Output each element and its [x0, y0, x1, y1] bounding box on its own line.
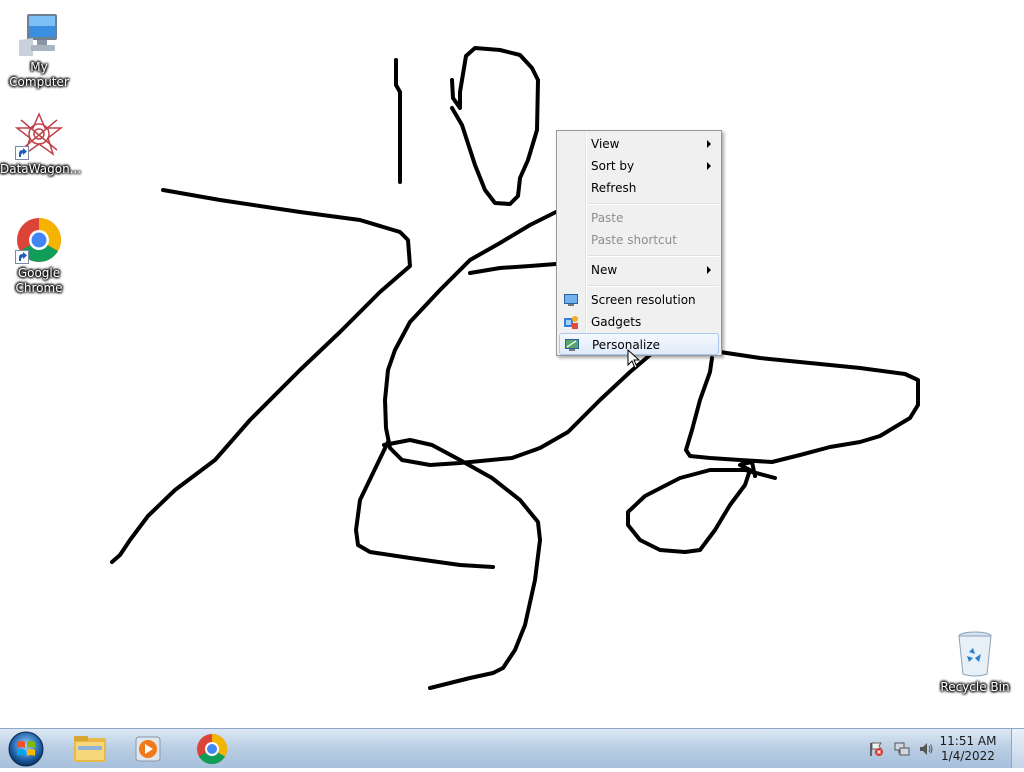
mouse-pointer-icon — [627, 349, 641, 369]
notification-area: 11:51 AM 1/4/2022 — [864, 729, 1024, 769]
desktop-icon-label: My Computer — [9, 60, 69, 89]
system-clock[interactable]: 11:51 AM 1/4/2022 — [938, 734, 998, 764]
menu-item-gadgets[interactable]: Gadgets — [559, 311, 719, 333]
menu-item-label: Paste — [591, 211, 624, 225]
menu-item-view[interactable]: View — [559, 133, 719, 155]
google-chrome-desktop-icon[interactable]: Google Chrome — [0, 216, 78, 296]
menu-item-label: View — [591, 137, 620, 151]
taskbar-chrome-button[interactable] — [186, 732, 238, 766]
desktop-context-menu: View Sort by Refresh Paste Paste shortcu… — [556, 130, 722, 356]
submenu-arrow-icon — [707, 266, 711, 274]
menu-item-screen-resolution[interactable]: Screen resolution — [559, 289, 719, 311]
start-button[interactable] — [6, 730, 46, 768]
computer-icon — [15, 10, 63, 58]
chrome-icon — [197, 734, 228, 765]
datawagon-desktop-icon[interactable]: DataWagon... — [0, 112, 82, 177]
shortcut-arrow-icon — [15, 146, 29, 160]
desktop-icon-label: Google Chrome — [15, 266, 63, 295]
media-player-icon — [135, 736, 161, 762]
menu-item-paste-shortcut[interactable]: Paste shortcut — [559, 229, 719, 251]
menu-separator — [587, 203, 719, 205]
menu-item-label: Sort by — [591, 159, 635, 173]
personalize-icon — [564, 337, 580, 353]
datawagon-icon — [14, 112, 64, 160]
menu-separator — [587, 255, 719, 257]
shortcut-arrow-icon — [15, 250, 29, 264]
menu-item-refresh[interactable]: Refresh — [559, 177, 719, 199]
submenu-arrow-icon — [707, 162, 711, 170]
menu-item-label: Refresh — [591, 181, 637, 195]
file-explorer-icon — [74, 736, 106, 762]
my-computer-desktop-icon[interactable]: My Computer — [0, 10, 78, 90]
chrome-icon — [15, 216, 63, 264]
clock-time: 11:51 AM — [939, 734, 997, 748]
menu-item-label: Screen resolution — [591, 293, 696, 307]
menu-separator — [587, 285, 719, 287]
show-desktop-button[interactable] — [1011, 729, 1024, 768]
menu-item-label: Paste shortcut — [591, 233, 677, 247]
menu-item-paste[interactable]: Paste — [559, 207, 719, 229]
screen-resolution-icon — [563, 292, 579, 308]
taskbar-explorer-button[interactable] — [64, 732, 116, 766]
freehand-drawing — [110, 46, 920, 690]
menu-item-new[interactable]: New — [559, 259, 719, 281]
desktop[interactable]: My Computer DataWagon... Google Chrome R… — [0, 0, 1024, 728]
menu-item-sort-by[interactable]: Sort by — [559, 155, 719, 177]
submenu-arrow-icon — [707, 140, 711, 148]
desktop-icon-label: DataWagon... — [0, 162, 82, 176]
menu-item-label: Gadgets — [591, 315, 642, 329]
recycle-bin-icon — [951, 630, 999, 678]
gadgets-icon — [563, 314, 579, 330]
taskbar: 11:51 AM 1/4/2022 — [0, 728, 1024, 768]
taskbar-media-player-button[interactable] — [122, 732, 174, 766]
recycle-bin-desktop-icon[interactable]: Recycle Bin — [936, 630, 1014, 695]
windows-start-orb-icon — [8, 731, 44, 767]
desktop-icon-label: Recycle Bin — [940, 680, 1010, 694]
menu-item-label: New — [591, 263, 618, 277]
clock-date: 1/4/2022 — [941, 749, 995, 763]
action-center-flag-icon[interactable] — [868, 741, 884, 757]
network-icon[interactable] — [894, 741, 910, 757]
volume-icon[interactable] — [918, 741, 934, 757]
